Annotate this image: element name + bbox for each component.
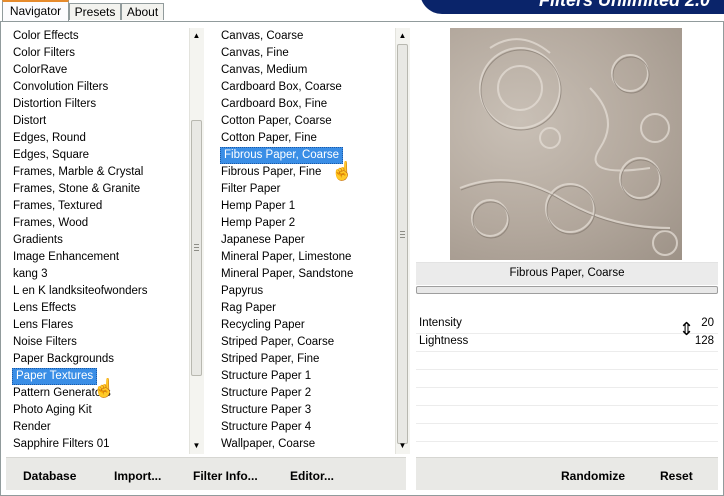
parameter-panel: Intensity 20 Lightness 128 [416,316,718,460]
category-scrollbar-thumb[interactable] [191,120,202,376]
filter-list-item[interactable]: Structure Paper 4 [220,419,311,436]
filter-list-item[interactable]: Wallpaper, Fine [220,453,300,454]
category-list-item[interactable]: Frames, Marble & Crystal [12,164,143,181]
filter-list-item[interactable]: Papyrus [220,283,263,300]
filter-list-item[interactable]: Fibrous Paper, Coarse [220,147,344,164]
param-label: Lightness [419,335,469,347]
filter-scrollbar[interactable]: ▲ ▼ [395,28,410,454]
filter-list-item[interactable]: Hemp Paper 1 [220,198,295,215]
filter-scrollbar-thumb[interactable] [397,44,408,444]
bottom-toolbar-right: Randomize Reset [416,457,718,490]
app-brand-banner: Filters Unlimited 2.0 [420,0,724,14]
filter-list-item[interactable]: Structure Paper 1 [220,368,311,385]
category-list-item[interactable]: Frames, Stone & Granite [12,181,140,198]
param-row-empty [416,370,718,388]
category-list-item[interactable]: Distort [12,113,46,130]
category-list-item[interactable]: Paper Backgrounds [12,351,114,368]
preview-image [450,28,682,260]
filter-list-item[interactable]: Recycling Paper [220,317,305,334]
embossed-pattern [459,38,678,256]
import-button[interactable]: Import... [114,468,161,484]
editor-button[interactable]: Editor... [290,468,334,484]
filter-list-item[interactable]: Structure Paper 2 [220,385,311,402]
filter-list-item[interactable]: Hemp Paper 2 [220,215,295,232]
filter-list-item[interactable]: Cardboard Box, Fine [220,96,327,113]
category-list-item[interactable]: Photo Aging Kit [12,402,92,419]
filter-list-item[interactable]: Striped Paper, Fine [220,351,319,368]
category-list-item[interactable]: Color Filters [12,45,75,62]
filter-list-item[interactable]: Canvas, Medium [220,62,307,79]
filter-list-item[interactable]: Canvas, Coarse [220,28,303,45]
randomize-button[interactable]: Randomize [561,468,625,484]
scroll-up-arrow-icon[interactable]: ▲ [191,30,202,41]
category-list-item[interactable]: Lens Flares [12,317,73,334]
category-list-item[interactable]: Paper Textures [12,368,98,385]
filter-list-item[interactable]: Mineral Paper, Sandstone [220,266,353,283]
scroll-up-arrow-icon[interactable]: ▲ [397,30,408,41]
filter-list-item[interactable]: Cotton Paper, Coarse [220,113,332,130]
hand-pointer-icon: ☝ [93,378,116,398]
category-list-item[interactable]: Render [12,419,51,436]
param-row[interactable]: Intensity 20 [416,316,718,334]
bottom-toolbar-left: Database Import... Filter Info... Editor… [6,457,406,490]
param-row-empty [416,406,718,424]
filter-list-item[interactable]: Mineral Paper, Limestone [220,249,351,266]
tab-navigator[interactable]: Navigator [2,0,69,21]
database-button[interactable]: Database [23,468,76,484]
category-list-item[interactable]: Color Effects [12,28,79,45]
category-list-item[interactable]: Distortion Filters [12,96,96,113]
param-label: Intensity [419,317,462,329]
filter-list-item[interactable]: Cotton Paper, Fine [220,130,317,147]
tab-about[interactable]: About [121,3,164,20]
param-row-empty [416,352,718,370]
param-value: 20 [701,317,714,329]
category-list-item[interactable]: Edges, Square [12,147,89,164]
category-list-item[interactable]: Noise Filters [12,334,77,351]
filter-list-item[interactable]: Structure Paper 3 [220,402,311,419]
scroll-down-arrow-icon[interactable]: ▼ [191,440,202,451]
filter-list-item[interactable]: Wallpaper, Coarse [220,436,315,453]
category-list-item[interactable]: Sapphire Filters 01 [12,436,110,453]
category-list-item[interactable]: Edges, Round [12,130,86,147]
filter-list-item[interactable]: Filter Paper [220,181,280,198]
scroll-down-arrow-icon[interactable]: ▼ [397,440,408,451]
filter-list-item[interactable]: Japanese Paper [220,232,305,249]
progress-bar [416,286,718,294]
category-list-item[interactable]: Convolution Filters [12,79,108,96]
filter-list-item[interactable]: Fibrous Paper, Fine [220,164,321,181]
resize-vertical-icon: ⇕ [679,319,695,339]
param-row-empty [416,388,718,406]
app-brand-title: Filters Unlimited 2.0 [538,0,710,10]
filter-list-item[interactable]: Cardboard Box, Coarse [220,79,342,96]
param-row[interactable]: Lightness 128 [416,334,718,352]
filter-list[interactable]: Canvas, Coarse Canvas, Fine Canvas, Medium… [220,28,394,454]
category-list-item[interactable]: Image Enhancement [12,249,119,266]
filter-list-item[interactable]: Rag Paper [220,300,276,317]
category-list-item[interactable]: Lens Effects [12,300,76,317]
reset-button[interactable]: Reset [660,468,693,484]
category-list-item[interactable]: ColorRave [12,62,67,79]
category-list-item[interactable]: Sapphire Filters 02 [12,453,110,454]
hand-pointer-icon: ☝ [331,161,354,181]
filter-info-button[interactable]: Filter Info... [193,468,258,484]
preview-filter-name: Fibrous Paper, Coarse [416,262,718,285]
category-list-item[interactable]: Gradients [12,232,63,249]
category-list-item[interactable]: Frames, Wood [12,215,88,232]
filter-list-item[interactable]: Canvas, Fine [220,45,289,62]
filter-list-item[interactable]: Striped Paper, Coarse [220,334,334,351]
category-list-item[interactable]: L en K landksiteofwonders [12,283,147,300]
category-list-item[interactable]: kang 3 [12,266,48,283]
category-scrollbar[interactable]: ▲ ▼ [189,28,204,454]
tab-presets[interactable]: Presets [69,3,121,20]
param-value: 128 [694,335,714,347]
param-row-empty [416,424,718,442]
category-list-item[interactable]: Frames, Textured [12,198,102,215]
